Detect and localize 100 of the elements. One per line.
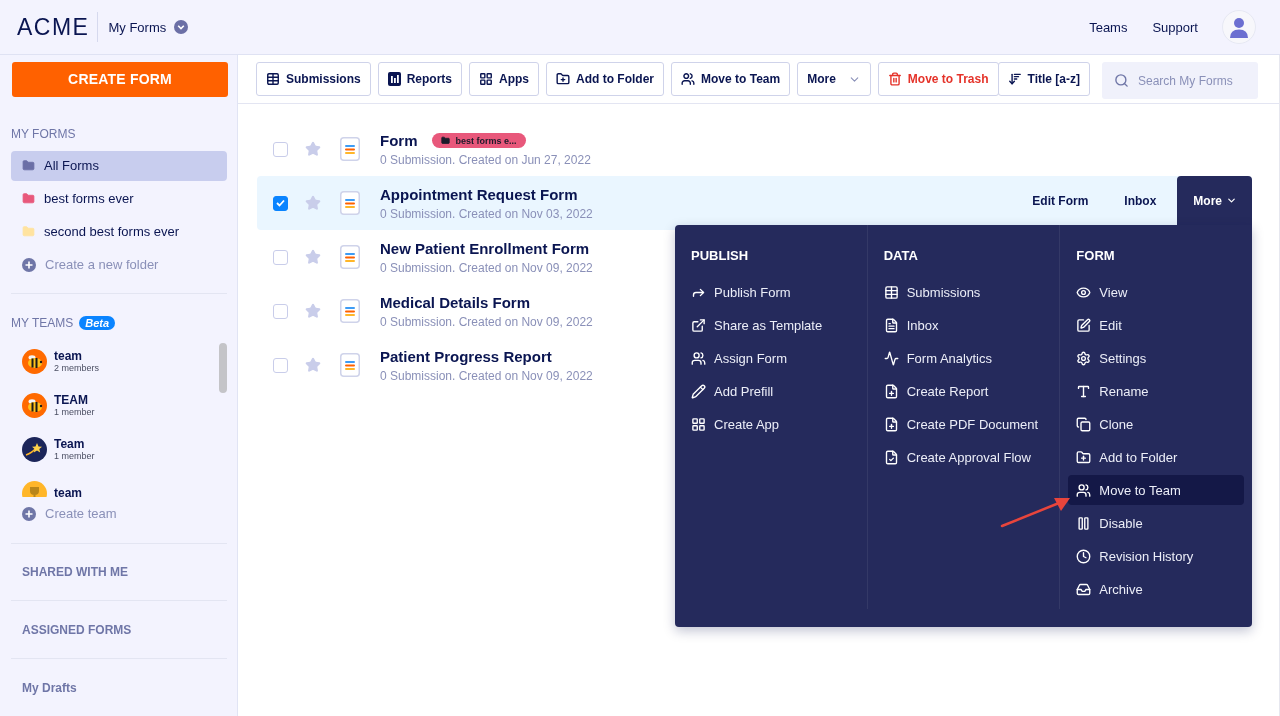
star-icon[interactable] <box>305 195 321 211</box>
star-icon[interactable] <box>305 303 321 319</box>
toolbar-button[interactable]: Reports <box>377 62 463 96</box>
section-heading: MY TEAMS <box>11 315 74 330</box>
nav-link[interactable]: Support <box>1152 19 1198 35</box>
form-meta: 0 Submission. Created on Nov 09, 2022 <box>380 314 593 329</box>
toolbar-button[interactable]: Submissions <box>256 62 371 96</box>
toolbar-button[interactable]: Move to Team <box>671 62 791 96</box>
toolbar-button[interactable]: Add to Folder <box>546 62 665 96</box>
member-count: 1 member <box>54 450 95 462</box>
plus-circle-icon <box>22 506 36 521</box>
form-document-icon <box>340 191 360 215</box>
menu-item[interactable]: View <box>1068 277 1244 307</box>
menu-item[interactable]: Archive <box>1068 574 1244 604</box>
folder-tag[interactable]: best forms e... <box>431 133 526 148</box>
folder-plus-icon <box>1076 449 1092 465</box>
eye-icon <box>1076 284 1092 300</box>
menu-item[interactable]: Inbox <box>875 310 1052 340</box>
activity-icon <box>883 350 899 366</box>
form-document-icon <box>340 137 360 161</box>
star-icon[interactable] <box>305 249 321 265</box>
menu-item[interactable]: Form Analytics <box>875 343 1052 373</box>
menu-item[interactable]: Create Approval Flow <box>875 442 1052 472</box>
users-icon <box>1076 482 1092 498</box>
chevron-down-icon <box>1226 195 1237 206</box>
menu-item[interactable]: Assign Form <box>683 343 859 373</box>
form-meta: 0 Submission. Created on Nov 09, 2022 <box>380 368 593 383</box>
menu-item[interactable]: Submissions <box>875 277 1052 307</box>
star-icon[interactable] <box>305 141 321 157</box>
more-button[interactable]: More <box>1177 176 1252 225</box>
beta-badge: Beta <box>79 315 116 330</box>
team-name[interactable]: TEAM <box>54 393 95 407</box>
menu-item[interactable]: Edit <box>1068 310 1244 340</box>
external-link-icon <box>691 317 706 333</box>
section-link[interactable]: My Drafts <box>11 659 227 716</box>
sort-icon <box>1007 72 1022 86</box>
row-action-button[interactable]: Edit Form <box>1014 176 1107 225</box>
chevron-down-icon[interactable] <box>174 20 189 34</box>
bar-chart-icon <box>387 72 401 86</box>
nav-link[interactable]: Teams <box>1089 19 1128 35</box>
menu-item[interactable]: Clone <box>1068 409 1244 439</box>
menu-item[interactable]: Share as Template <box>683 310 859 340</box>
form-document-icon <box>340 353 360 377</box>
team-name[interactable]: Team <box>54 437 95 451</box>
menu-item[interactable]: Create App <box>683 409 859 439</box>
form-title[interactable]: Form <box>380 131 418 150</box>
plus-circle-icon <box>22 257 36 272</box>
table-icon <box>883 284 899 300</box>
checkbox[interactable] <box>273 141 288 157</box>
clock-icon <box>1076 548 1092 564</box>
menu-item[interactable]: Rename <box>1068 376 1244 406</box>
menu-item[interactable]: Create Report <box>875 376 1052 406</box>
scrollbar-thumb[interactable] <box>219 342 227 393</box>
form-title[interactable]: Appointment Request Form <box>380 185 578 204</box>
star-icon[interactable] <box>305 357 321 373</box>
menu-item[interactable]: Move to Team <box>1068 475 1244 505</box>
document-icon <box>883 317 899 333</box>
page-title[interactable]: My Forms <box>108 19 167 35</box>
section-link[interactable]: SHARED WITH ME <box>11 543 227 601</box>
form-title[interactable]: Patient Progress Report <box>380 347 552 366</box>
users-icon <box>681 72 696 86</box>
checkbox[interactable] <box>273 357 288 373</box>
row-action-button[interactable]: Inbox <box>1106 176 1175 225</box>
section-heading: MY FORMS <box>11 126 76 141</box>
search-field[interactable]: Search My Forms <box>1101 62 1258 99</box>
toolbar-button[interactable]: More <box>797 62 871 96</box>
team-name[interactable]: team <box>54 349 99 363</box>
form-title[interactable]: New Patient Enrollment Form <box>380 239 590 258</box>
form-meta: 0 Submission. Created on Nov 09, 2022 <box>380 260 593 275</box>
table-icon <box>266 72 280 86</box>
form-title[interactable]: Medical Details Form <box>380 293 531 312</box>
menu-item[interactable]: Revision History <box>1068 541 1244 571</box>
menu-item[interactable]: Create PDF Document <box>875 409 1052 439</box>
menu-item[interactable]: Settings <box>1068 343 1244 373</box>
toolbar-button[interactable]: Apps <box>469 62 540 96</box>
trash-icon <box>887 72 902 86</box>
menu-section-heading: FORM <box>1075 248 1116 264</box>
menu-item[interactable]: Add to Folder <box>1068 442 1244 472</box>
logo[interactable]: ACME <box>17 15 90 39</box>
checkbox[interactable] <box>273 249 288 265</box>
menu-section-heading: PUBLISH <box>690 248 750 264</box>
grid-icon <box>691 416 706 432</box>
toolbar-button[interactable]: Move to Trash <box>877 62 999 96</box>
folder-item[interactable]: All Forms <box>11 150 227 181</box>
file-plus-icon <box>883 416 899 432</box>
folder-item[interactable]: best forms ever <box>11 183 227 214</box>
checkbox[interactable] <box>273 195 288 211</box>
folder-icon <box>440 136 450 145</box>
team-name[interactable]: team <box>54 487 82 497</box>
menu-item[interactable]: Add Prefill <box>683 376 859 406</box>
menu-item[interactable]: Publish Form <box>683 277 859 307</box>
search-icon <box>1113 73 1129 88</box>
checkbox[interactable] <box>273 303 288 319</box>
bee-avatar-icon <box>22 349 47 375</box>
menu-item[interactable]: Disable <box>1068 508 1244 538</box>
form-meta: 0 Submission. Created on Nov 03, 2022 <box>380 206 593 221</box>
section-link[interactable]: ASSIGNED FORMS <box>11 601 227 659</box>
folder-item[interactable]: second best forms ever <box>11 216 227 247</box>
toolbar-button[interactable]: Title [a-z] <box>997 62 1090 96</box>
user-avatar-icon[interactable] <box>1222 10 1256 44</box>
